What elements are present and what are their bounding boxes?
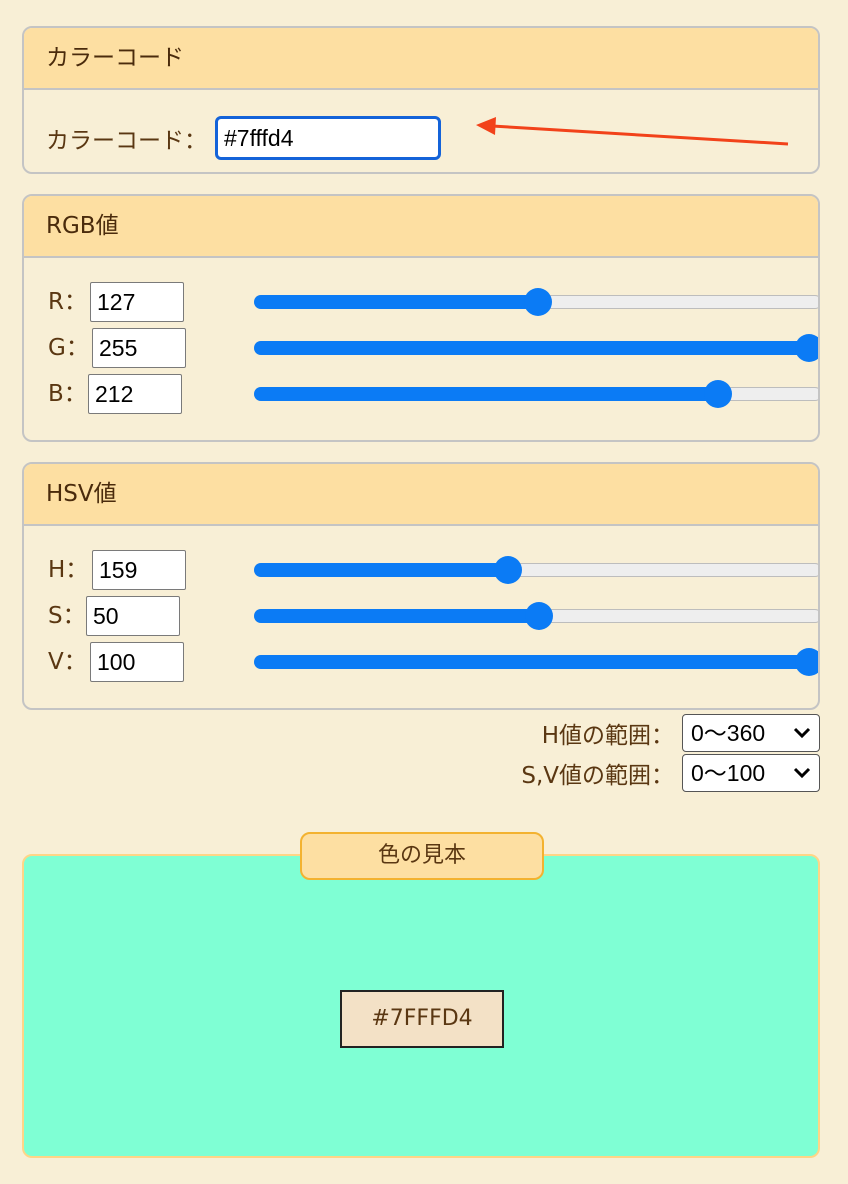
- color-sample-tab: 色の見本: [300, 832, 544, 880]
- color-sample-code: #7FFFD4: [340, 990, 504, 1048]
- r-slider-fill: [254, 295, 538, 309]
- color-code-input[interactable]: [215, 116, 441, 160]
- hsv-panel: HSV値 H： S： V：: [22, 462, 820, 710]
- b-slider-fill: [254, 387, 718, 401]
- rgb-header: RGB値: [24, 196, 818, 258]
- s-input[interactable]: [86, 596, 180, 636]
- h-range-select[interactable]: 0〜360: [682, 714, 820, 752]
- h-range-label: H値の範囲：: [541, 723, 674, 749]
- sv-range-row: S,V値の範囲： 0〜100: [521, 754, 820, 792]
- h-input[interactable]: [92, 550, 186, 590]
- s-slider-fill: [254, 609, 539, 623]
- h-slider-thumb[interactable]: [493, 556, 522, 584]
- g-slider-fill: [254, 341, 809, 355]
- h-slider-fill: [254, 563, 508, 577]
- chevron-down-icon: [793, 767, 811, 779]
- r-slider[interactable]: [254, 288, 818, 316]
- r-slider-thumb[interactable]: [523, 288, 552, 316]
- chevron-down-icon: [793, 727, 811, 739]
- h-label: H：: [48, 557, 89, 583]
- g-slider[interactable]: [254, 334, 818, 362]
- g-input[interactable]: [92, 328, 186, 368]
- hsv-header: HSV値: [24, 464, 818, 526]
- r-label: R：: [48, 289, 87, 315]
- h-range-row: H値の範囲： 0〜360: [542, 714, 820, 752]
- h-slider[interactable]: [254, 556, 818, 584]
- color-code-label: カラーコード：: [46, 128, 207, 154]
- h-range-selected: 0〜360: [691, 720, 766, 746]
- g-label: G：: [48, 335, 89, 361]
- v-slider[interactable]: [254, 648, 818, 676]
- sv-range-select[interactable]: 0〜100: [682, 754, 820, 792]
- v-slider-fill: [254, 655, 809, 669]
- b-input[interactable]: [88, 374, 182, 414]
- color-code-panel: カラーコード カラーコード：: [22, 26, 820, 174]
- r-input[interactable]: [90, 282, 184, 322]
- sv-range-selected: 0〜100: [691, 760, 766, 786]
- b-slider-thumb[interactable]: [703, 380, 732, 408]
- v-slider-thumb[interactable]: [795, 648, 818, 676]
- rgb-panel: RGB値 R： G： B：: [22, 194, 820, 442]
- s-slider-thumb[interactable]: [525, 602, 553, 630]
- g-slider-thumb[interactable]: [795, 334, 818, 362]
- s-slider[interactable]: [254, 602, 818, 630]
- s-label: S：: [48, 603, 86, 629]
- sv-range-label: S,V値の範囲：: [521, 763, 674, 789]
- color-code-row: カラーコード：: [46, 116, 441, 160]
- color-code-header: カラーコード: [24, 28, 818, 90]
- v-input[interactable]: [90, 642, 184, 682]
- b-label: B：: [48, 381, 87, 407]
- v-label: V：: [48, 649, 87, 675]
- b-slider[interactable]: [254, 380, 818, 408]
